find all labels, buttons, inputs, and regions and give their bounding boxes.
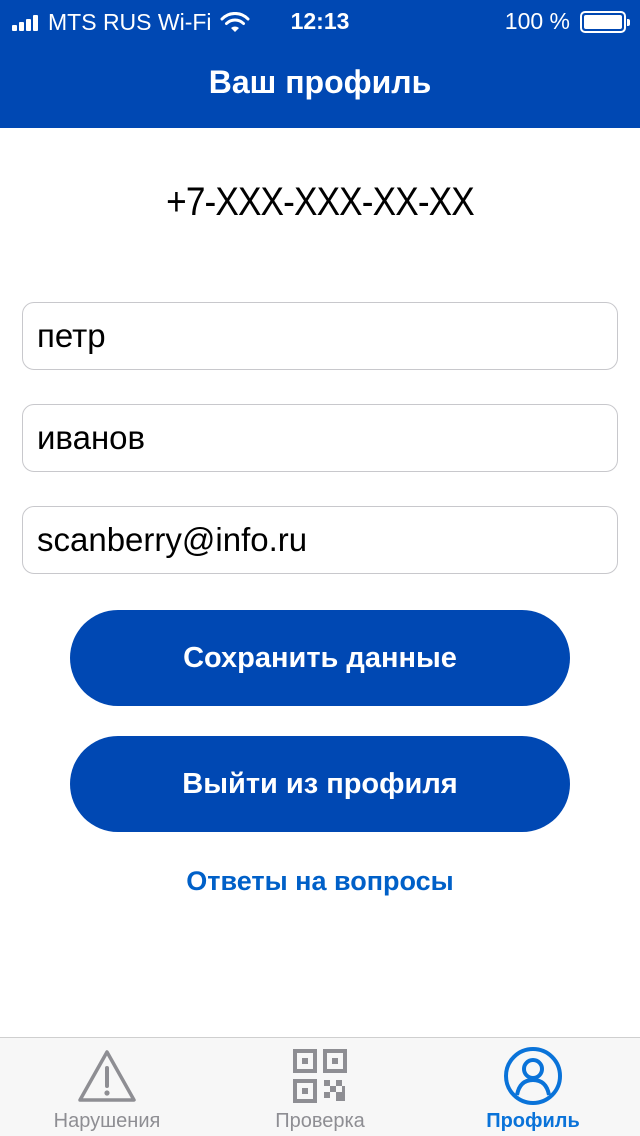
header-bar: MTS RUS Wi-Fi 12:13 100 % Ваш профиль — [0, 0, 640, 128]
signal-strength-icon — [12, 14, 40, 31]
tab-check[interactable]: Проверка — [213, 1038, 427, 1136]
logout-button[interactable]: Выйти из профиля — [70, 736, 570, 832]
email-field[interactable] — [22, 506, 618, 574]
first-name-input[interactable] — [37, 317, 603, 355]
warning-icon — [78, 1050, 136, 1102]
save-button[interactable]: Сохранить данные — [70, 610, 570, 706]
status-bar-left: MTS RUS Wi-Fi — [12, 9, 250, 36]
tab-label: Проверка — [275, 1110, 365, 1132]
tab-bar: Нарушения Проверка Профиль — [0, 1037, 640, 1136]
qr-code-icon — [293, 1049, 347, 1103]
tab-profile[interactable]: Профиль — [426, 1038, 640, 1136]
tab-label: Профиль — [486, 1110, 580, 1132]
last-name-input[interactable] — [37, 419, 603, 457]
tab-label: Нарушения — [53, 1110, 161, 1132]
email-input[interactable] — [37, 521, 603, 559]
first-name-field[interactable] — [22, 302, 618, 370]
status-bar: MTS RUS Wi-Fi 12:13 100 % — [0, 0, 640, 40]
last-name-field[interactable] — [22, 404, 618, 472]
page-title: Ваш профиль — [208, 64, 432, 100]
battery-icon — [580, 10, 630, 33]
phone-number: +7-XXX-XXX-XX-XX — [166, 180, 475, 224]
wifi-icon — [220, 11, 250, 32]
tab-violations[interactable]: Нарушения — [0, 1038, 214, 1136]
status-bar-right: 100 % — [504, 8, 630, 35]
faq-link[interactable]: Ответы на вопросы — [0, 866, 640, 897]
user-circle-icon — [504, 1047, 562, 1105]
battery-percent: 100 % — [504, 8, 570, 34]
carrier-name: MTS RUS Wi-Fi — [48, 9, 212, 35]
